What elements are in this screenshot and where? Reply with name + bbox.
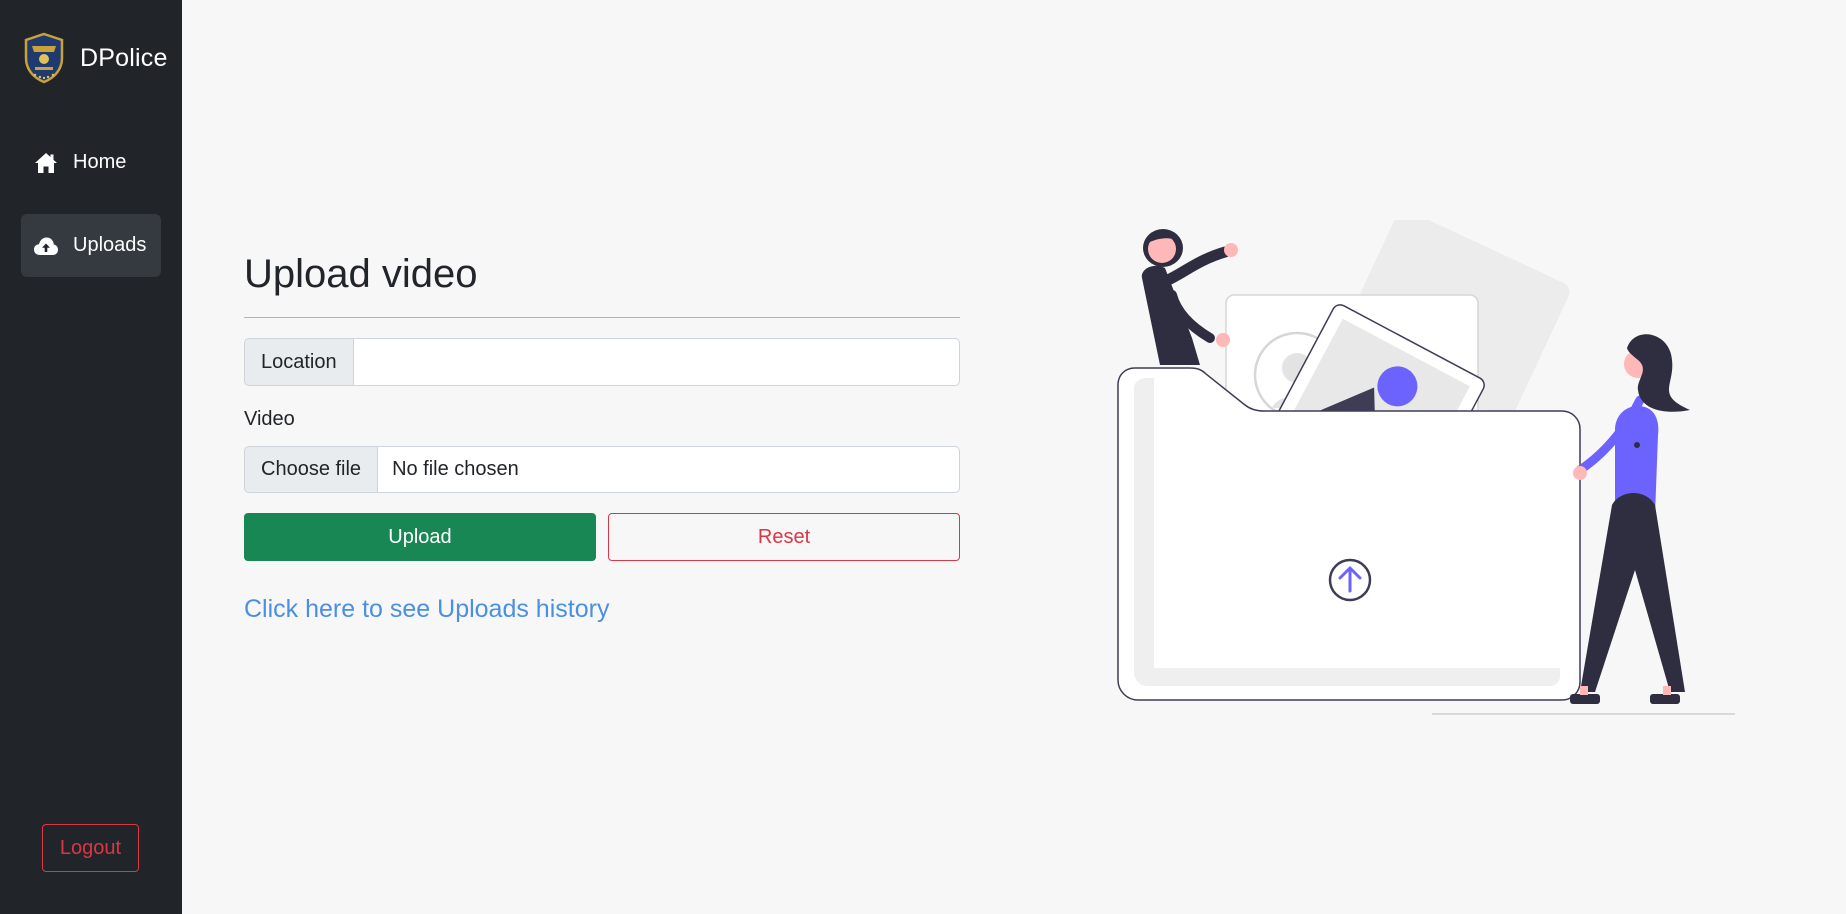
video-file-input[interactable]: Choose file No file chosen [244,446,960,493]
page-title: Upload video [244,252,478,296]
sidebar-item-label: Uploads [73,234,147,256]
sidebar-item-label: Home [73,151,127,173]
upload-button[interactable]: Upload [244,513,596,561]
location-input[interactable] [352,338,960,386]
police-badge-logo [24,32,64,84]
brand-name: DPolice [80,43,168,72]
location-label: Location [244,338,353,386]
video-label: Video [244,408,295,430]
uploads-history-link[interactable]: Click here to see Uploads history [244,595,609,624]
sidebar-item-home[interactable]: Home [21,131,161,194]
home-icon [33,151,59,175]
cloud-upload-icon [33,234,59,258]
location-input-group: Location [244,338,960,386]
sidebar: DPolice Home Uploads Logout [0,0,182,914]
brand[interactable]: DPolice [22,32,168,84]
logout-button[interactable]: Logout [42,824,139,872]
file-status: No file chosen [378,446,960,493]
choose-file-button[interactable]: Choose file [244,446,379,493]
form-actions: Upload Reset [244,513,960,561]
divider [244,317,960,318]
sidebar-item-uploads[interactable]: Uploads [21,214,161,277]
upload-form: Upload video Location Video Choose file … [244,246,960,624]
upload-illustration [1117,220,1735,715]
reset-button[interactable]: Reset [608,513,960,561]
